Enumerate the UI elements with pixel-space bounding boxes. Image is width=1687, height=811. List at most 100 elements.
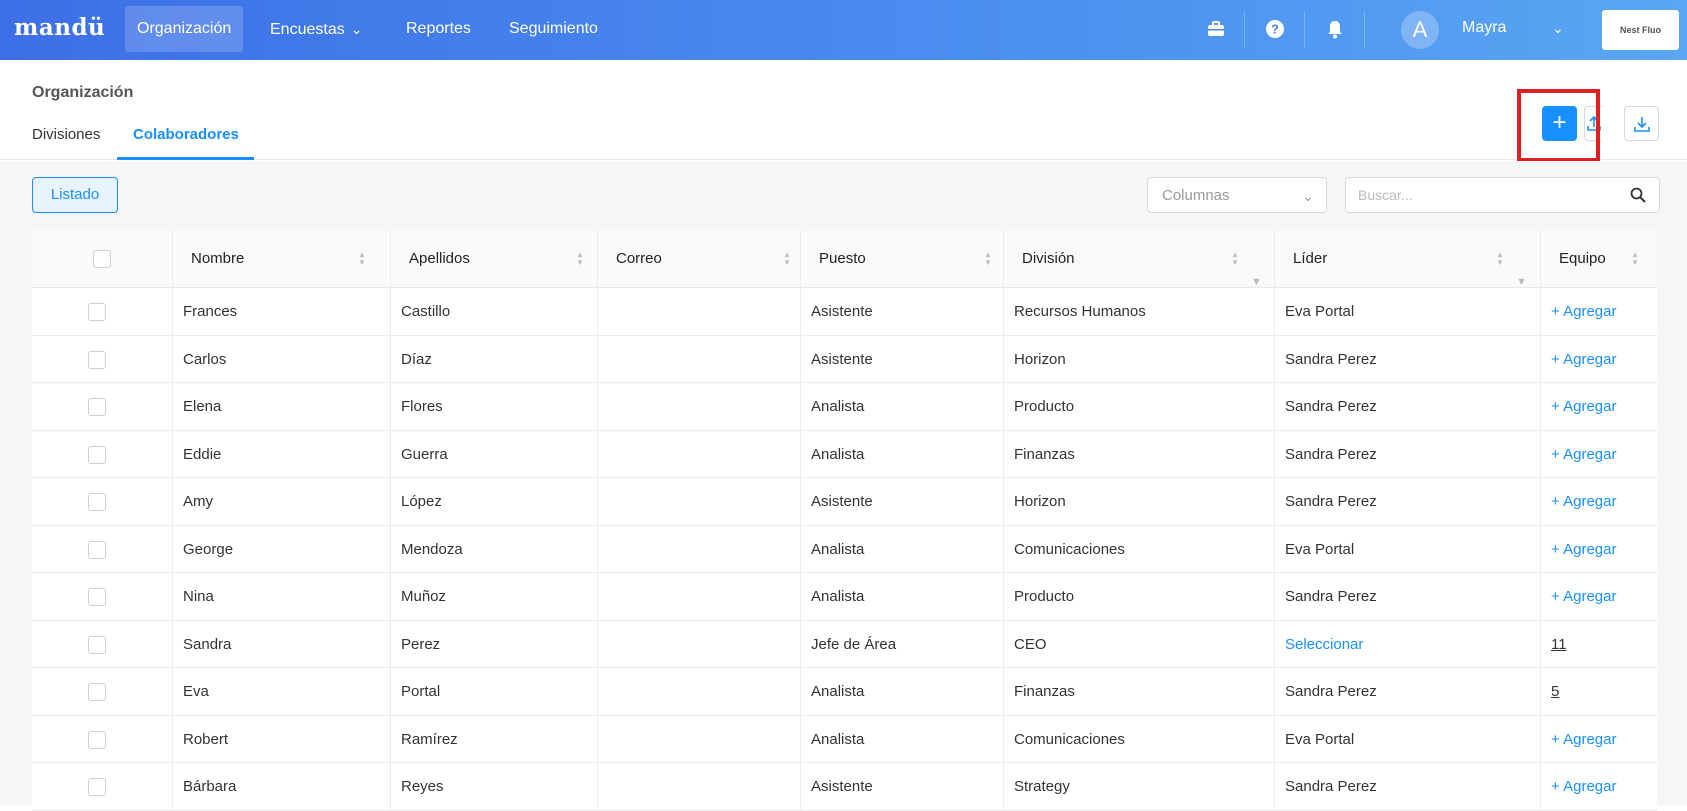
- avatar[interactable]: A: [1401, 11, 1439, 49]
- cell-division: Finanzas: [1004, 430, 1275, 478]
- row-checkbox[interactable]: [88, 683, 106, 702]
- row-checkbox[interactable]: [88, 493, 106, 512]
- column-header-nombre[interactable]: Nombre ▲ ▼: [173, 230, 391, 288]
- add-team-link[interactable]: + Agregar: [1551, 778, 1616, 795]
- table-row[interactable]: Bárbara Reyes Asistente Strategy Sandra Pere…: [32, 763, 1657, 811]
- column-header-lider[interactable]: Líder ▲ ▼ ▼: [1275, 230, 1541, 288]
- sort-icon[interactable]: ▲ ▼: [358, 251, 368, 267]
- sort-icon[interactable]: ▲ ▼: [783, 251, 793, 267]
- nombre-value: Eddie: [183, 445, 222, 463]
- lider-value: Sandra Perez: [1285, 398, 1377, 415]
- table-row[interactable]: Frances Castillo Asistente Recursos Humanos…: [32, 288, 1657, 336]
- select-leader-link[interactable]: Seleccionar: [1285, 636, 1363, 653]
- row-checkbox[interactable]: [88, 350, 106, 369]
- user-name[interactable]: Mayra: [1462, 19, 1506, 37]
- bell-icon[interactable]: [1324, 18, 1346, 40]
- team-count-link[interactable]: 11: [1551, 636, 1567, 653]
- row-checkbox[interactable]: [88, 445, 106, 464]
- row-checkbox[interactable]: [88, 730, 106, 749]
- select-all-checkbox[interactable]: [93, 250, 111, 269]
- column-header-division[interactable]: División ▲ ▼ ▼: [1004, 230, 1275, 288]
- lider-value: Sandra Perez: [1285, 350, 1377, 368]
- cell-puesto: Asistente: [801, 763, 1004, 811]
- nav-organizacion[interactable]: Organización: [125, 6, 244, 52]
- sort-icon[interactable]: ▲ ▼: [1231, 251, 1241, 267]
- nav-seguimiento[interactable]: Seguimiento: [497, 6, 610, 52]
- cell-lider: Sandra Perez: [1275, 668, 1541, 716]
- nav-reportes[interactable]: Reportes: [394, 6, 483, 52]
- add-team-link[interactable]: + Agregar: [1551, 541, 1616, 558]
- table-row[interactable]: Eddie Guerra Analista Finanzas Sandra Perez +…: [32, 430, 1657, 478]
- cell-equipo: 5: [1541, 668, 1657, 716]
- column-header-puesto[interactable]: Puesto ▲ ▼: [801, 230, 1004, 288]
- table-row[interactable]: Eva Portal Analista Finanzas Sandra Perez 5: [32, 668, 1657, 716]
- row-select-cell: [32, 620, 173, 668]
- cell-lider: Sandra Perez: [1275, 478, 1541, 526]
- user-menu-chevron-icon[interactable]: ⌄: [1552, 20, 1564, 37]
- sort-icon[interactable]: ▲ ▼: [1631, 251, 1641, 267]
- column-header-apellidos[interactable]: Apellidos ▲ ▼: [391, 230, 598, 288]
- cell-correo: [598, 288, 801, 336]
- add-team-link[interactable]: + Agregar: [1551, 731, 1616, 748]
- row-select-cell: [32, 478, 173, 526]
- columns-select[interactable]: Columnas ⌄: [1147, 177, 1327, 213]
- add-team-link[interactable]: + Agregar: [1551, 588, 1616, 605]
- nav-encuestas[interactable]: Encuestas ⌄: [258, 6, 374, 52]
- add-team-link[interactable]: + Agregar: [1551, 398, 1616, 415]
- tab-colaboradores[interactable]: Colaboradores: [133, 126, 239, 143]
- add-team-link[interactable]: + Agregar: [1551, 493, 1616, 510]
- puesto-value: Jefe de Área: [811, 635, 897, 653]
- table-row[interactable]: Robert Ramírez Analista Comunicaciones Eva P…: [32, 715, 1657, 763]
- cell-division: Producto: [1004, 383, 1275, 431]
- add-team-link[interactable]: + Agregar: [1551, 303, 1616, 320]
- division-value: Horizon: [1014, 493, 1066, 510]
- add-team-link[interactable]: + Agregar: [1551, 351, 1616, 368]
- sort-icon[interactable]: ▲ ▼: [1496, 251, 1506, 267]
- cell-puesto: Analista: [801, 430, 1004, 478]
- briefcase-icon[interactable]: [1205, 18, 1227, 40]
- cell-apellidos: Guerra: [391, 430, 598, 478]
- cell-correo: [598, 525, 801, 573]
- row-checkbox[interactable]: [88, 540, 106, 559]
- sort-icon[interactable]: ▲ ▼: [984, 251, 994, 267]
- sort-icon[interactable]: ▲ ▼: [576, 251, 586, 267]
- apellidos-value: Guerra: [401, 445, 448, 463]
- cell-correo: [598, 383, 801, 431]
- team-count-link[interactable]: 5: [1551, 683, 1559, 700]
- apellidos-value: Mendoza: [401, 540, 463, 558]
- row-checkbox[interactable]: [88, 303, 106, 322]
- cell-apellidos: Mendoza: [391, 525, 598, 573]
- nombre-value: Sandra: [183, 635, 232, 653]
- table-row[interactable]: Carlos Díaz Asistente Horizon Sandra Perez + …: [32, 335, 1657, 383]
- search-icon[interactable]: [1629, 186, 1647, 204]
- app-logo[interactable]: mandü: [14, 14, 105, 41]
- lider-value: Sandra Perez: [1285, 445, 1377, 463]
- row-checkbox[interactable]: [88, 778, 106, 797]
- table-row[interactable]: George Mendoza Analista Comunicaciones Eva P…: [32, 525, 1657, 573]
- company-logo[interactable]: Nest Fluo: [1602, 10, 1679, 50]
- table-row[interactable]: Elena Flores Analista Producto Sandra Perez +…: [32, 383, 1657, 431]
- help-icon[interactable]: ?: [1264, 18, 1286, 40]
- table-row[interactable]: Sandra Perez Jefe de Área CEO Seleccionar 11: [32, 620, 1657, 668]
- search-box: [1345, 177, 1660, 213]
- search-input[interactable]: [1358, 178, 1628, 212]
- table-row[interactable]: Amy López Asistente Horizon Sandra Perez + Ag…: [32, 478, 1657, 526]
- cell-correo: [598, 715, 801, 763]
- row-checkbox[interactable]: [88, 398, 106, 417]
- row-checkbox[interactable]: [88, 588, 106, 607]
- cell-puesto: Asistente: [801, 288, 1004, 336]
- cell-apellidos: Díaz: [391, 335, 598, 383]
- listado-button[interactable]: Listado: [32, 177, 118, 213]
- table-row[interactable]: Nina Muñoz Analista Producto Sandra Perez + A…: [32, 573, 1657, 621]
- download-button[interactable]: [1624, 106, 1659, 141]
- cell-correo: [598, 573, 801, 621]
- cell-apellidos: Reyes: [391, 763, 598, 811]
- add-team-link[interactable]: + Agregar: [1551, 446, 1616, 463]
- column-header-correo[interactable]: Correo ▲ ▼: [598, 230, 801, 288]
- row-checkbox[interactable]: [88, 635, 106, 654]
- cell-lider: Sandra Perez: [1275, 573, 1541, 621]
- division-value: Horizon: [1014, 350, 1066, 368]
- cell-correo: [598, 620, 801, 668]
- tab-divisiones[interactable]: Divisiones: [32, 126, 100, 143]
- column-header-equipo[interactable]: Equipo ▲ ▼: [1541, 230, 1657, 288]
